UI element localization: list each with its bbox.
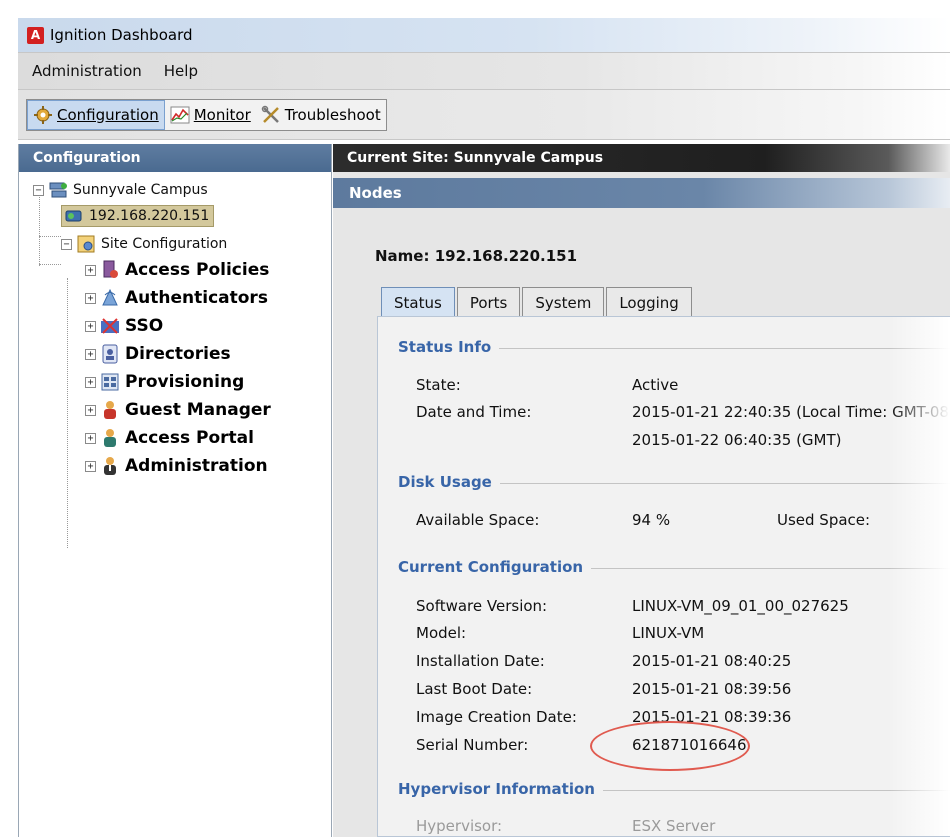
nodes-header: Nodes xyxy=(333,178,950,208)
state-label: State: xyxy=(416,376,461,394)
tree-node-guest-manager[interactable]: + Guest Manager xyxy=(85,400,271,420)
collapse-toggle[interactable]: − xyxy=(33,184,44,196)
expand-toggle[interactable]: + xyxy=(85,320,96,332)
software-version-label: Software Version: xyxy=(416,597,548,615)
current-configuration-title: Current Configuration xyxy=(398,558,592,576)
monitor-label: Monitor xyxy=(193,105,251,124)
tab-logging[interactable]: Logging xyxy=(606,287,692,317)
model-label: Model: xyxy=(416,624,467,642)
server-node-icon xyxy=(64,206,84,226)
title-bar: A Ignition Dashboard xyxy=(18,18,950,52)
expand-toggle[interactable]: + xyxy=(85,376,96,388)
state-value: Active xyxy=(632,376,679,394)
configuration-label: Configuration xyxy=(57,105,159,124)
expand-toggle[interactable]: + xyxy=(85,292,96,304)
tree-label-sso: SSO xyxy=(125,316,164,336)
datetime-gmt-value: 2015-01-22 06:40:35 (GMT) xyxy=(632,431,842,449)
expand-toggle[interactable]: + xyxy=(85,348,96,360)
image-creation-date-value: 2015-01-21 08:39:36 xyxy=(632,708,792,726)
hypervisor-information-title: Hypervisor Information xyxy=(398,780,603,798)
troubleshoot-button[interactable]: Troubleshoot xyxy=(256,100,386,130)
monitor-graph-icon xyxy=(170,105,190,125)
available-space-label: Available Space: xyxy=(416,511,540,529)
tree-node-access-portal[interactable]: + Access Portal xyxy=(85,428,254,448)
tree-label-directories: Directories xyxy=(125,344,231,364)
tree-node-provisioning[interactable]: + Provisioning xyxy=(85,372,244,392)
toolbar: Configuration Monitor Troubleshoot xyxy=(18,90,950,140)
administration-icon xyxy=(100,456,120,476)
serial-number-value: 621871016646 xyxy=(632,736,747,754)
datetime-label: Date and Time: xyxy=(416,403,532,421)
menu-help[interactable]: Help xyxy=(164,62,198,80)
configuration-button[interactable]: Configuration xyxy=(27,99,165,130)
installation-date-value: 2015-01-21 08:40:25 xyxy=(632,652,792,670)
available-space-value: 94 % xyxy=(632,511,671,529)
directories-icon xyxy=(100,344,120,364)
current-site-header: Current Site: Sunnyvale Campus xyxy=(333,144,950,172)
window-title: Ignition Dashboard xyxy=(50,26,193,44)
provisioning-icon xyxy=(100,372,120,392)
menu-administration[interactable]: Administration xyxy=(32,62,142,80)
access-portal-icon xyxy=(100,428,120,448)
tree-label-access-policies: Access Policies xyxy=(125,260,270,280)
used-space-label: Used Space: xyxy=(777,511,871,529)
status-info-title: Status Info xyxy=(398,338,500,356)
view-switcher: Configuration Monitor Troubleshoot xyxy=(26,98,387,131)
last-boot-date-label: Last Boot Date: xyxy=(416,680,533,698)
tree-label-site-configuration: Site Configuration xyxy=(101,236,228,252)
tree-node-ip-192-168-220-151[interactable]: 192.168.220.151 xyxy=(61,205,215,227)
model-value: LINUX-VM xyxy=(632,624,705,642)
site-configuration-icon xyxy=(76,234,96,254)
expand-toggle[interactable]: + xyxy=(85,264,96,276)
tree-node-sunnyvale-campus[interactable]: − Sunnyvale Campus xyxy=(33,180,208,200)
tree-node-directories[interactable]: + Directories xyxy=(85,344,231,364)
site-network-icon xyxy=(48,180,68,200)
image-creation-date-label: Image Creation Date: xyxy=(416,708,577,726)
menu-bar: Administration Help xyxy=(18,52,950,90)
hypervisor-value: ESX Server xyxy=(632,817,716,835)
details-panel: Current Site: Sunnyvale Campus Nodes Nam… xyxy=(333,144,950,837)
disk-usage-title: Disk Usage xyxy=(398,473,500,491)
edge-fade xyxy=(890,317,950,836)
installation-date-label: Installation Date: xyxy=(416,652,545,670)
tree-label-node-ip: 192.168.220.151 xyxy=(89,208,210,224)
troubleshoot-label: Troubleshoot xyxy=(284,105,381,124)
tree-node-authenticators[interactable]: + Authenticators xyxy=(85,288,268,308)
serial-number-label: Serial Number: xyxy=(416,736,529,754)
troubleshoot-tools-icon xyxy=(261,105,281,125)
sso-icon xyxy=(100,316,120,336)
tree-label-access-portal: Access Portal xyxy=(125,428,254,448)
expand-toggle[interactable]: + xyxy=(85,460,96,472)
tab-ports[interactable]: Ports xyxy=(456,287,521,317)
tab-system[interactable]: System xyxy=(522,287,605,317)
collapse-toggle[interactable]: − xyxy=(61,238,72,250)
authenticators-icon xyxy=(100,288,120,308)
app-logo-icon: A xyxy=(27,26,44,44)
monitor-button[interactable]: Monitor xyxy=(165,100,256,130)
status-content: Status Info State: Active Date and Time:… xyxy=(377,316,950,837)
tree-label-guest-manager: Guest Manager xyxy=(125,400,271,420)
tree-node-sso[interactable]: + SSO xyxy=(85,316,163,336)
configuration-gear-icon xyxy=(33,105,53,125)
tree-label-sunnyvale-campus: Sunnyvale Campus xyxy=(73,182,208,198)
guest-manager-icon xyxy=(100,400,120,420)
last-boot-date-value: 2015-01-21 08:39:56 xyxy=(632,680,792,698)
hypervisor-label: Hypervisor: xyxy=(416,817,503,835)
tree-node-administration[interactable]: + Administration xyxy=(85,456,268,476)
tree-label-administration: Administration xyxy=(125,456,268,476)
expand-toggle[interactable]: + xyxy=(85,404,96,416)
software-version-value: LINUX-VM_09_01_00_027625 xyxy=(632,597,849,615)
access-policies-icon xyxy=(100,260,120,280)
tree-label-provisioning: Provisioning xyxy=(125,372,245,392)
tree-node-access-policies[interactable]: + Access Policies xyxy=(85,260,269,280)
node-name-label: Name: 192.168.220.151 xyxy=(375,247,578,265)
configuration-panel-header: Configuration xyxy=(19,144,331,172)
tree-label-authenticators: Authenticators xyxy=(125,288,268,308)
tab-status[interactable]: Status xyxy=(381,287,455,317)
node-tabs: Status Ports System Logging xyxy=(381,287,694,317)
tree-node-site-configuration[interactable]: − Site Configuration xyxy=(61,234,227,254)
configuration-panel: Configuration − Sunnyvale Campus 192.168… xyxy=(18,144,332,837)
expand-toggle[interactable]: + xyxy=(85,432,96,444)
